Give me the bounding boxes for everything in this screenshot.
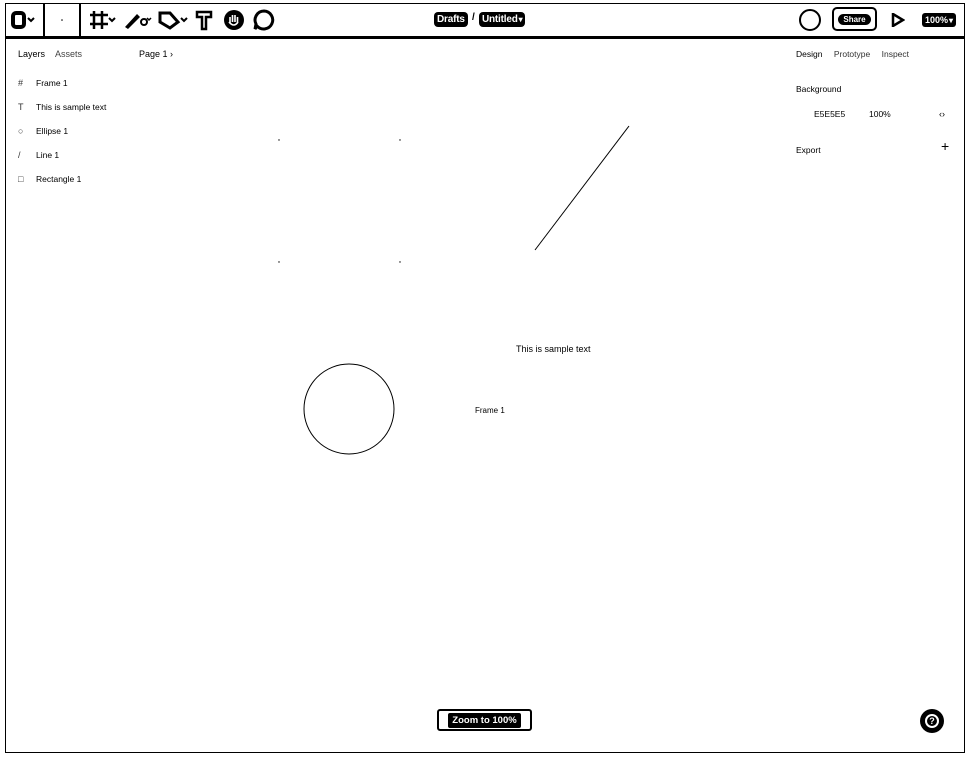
background-color-input[interactable]: E5E5E5 xyxy=(814,109,845,119)
visibility-eye-icon[interactable]: ‹› xyxy=(939,109,945,119)
hand-icon xyxy=(224,10,244,30)
layer-label: Ellipse 1 xyxy=(36,126,69,136)
tab-prototype[interactable]: Prototype xyxy=(834,49,870,59)
tab-inspect[interactable]: Inspect xyxy=(882,49,909,59)
share-button[interactable]: Share xyxy=(832,7,877,31)
grid-menu-icon xyxy=(11,11,35,29)
layer-label: Line 1 xyxy=(36,150,60,160)
move-tool-button[interactable] xyxy=(43,4,81,36)
ellipse-shape[interactable] xyxy=(303,363,395,455)
frame-label[interactable]: Frame 1 xyxy=(475,406,505,415)
page-selector[interactable]: Page 1 › xyxy=(139,49,173,59)
rectangle-shape[interactable] xyxy=(278,139,401,263)
export-section-title: Export xyxy=(796,145,821,155)
canvas-drawing xyxy=(278,125,630,455)
text-icon: T xyxy=(18,102,24,112)
layer-item-frame[interactable]: # Frame 1 xyxy=(18,76,68,90)
chevron-down-icon: › xyxy=(170,49,174,59)
tab-assets[interactable]: Assets xyxy=(55,49,82,59)
avatar[interactable] xyxy=(799,9,821,31)
cursor-icon xyxy=(61,19,63,21)
chevron-down-icon: ▾ xyxy=(949,16,954,25)
layer-item-text[interactable]: T This is sample text xyxy=(18,100,106,114)
frame-icon: # xyxy=(18,78,24,88)
layer-item-rectangle[interactable]: □ Rectangle 1 xyxy=(18,172,81,186)
main-menu-button[interactable] xyxy=(10,7,36,33)
breadcrumb-separator: / xyxy=(472,12,475,23)
frame-icon xyxy=(90,11,116,29)
layers-panel: Layers Assets Page 1 › # Frame 1 T This … xyxy=(6,39,261,752)
hand-tool-button[interactable] xyxy=(223,7,245,33)
breadcrumb-folder[interactable]: Drafts xyxy=(434,12,468,27)
ellipse-icon: ○ xyxy=(18,126,24,136)
zoom-to-100-button[interactable]: Zoom to 100% xyxy=(437,709,532,731)
layer-item-line[interactable]: / Line 1 xyxy=(18,148,59,162)
top-toolbar: Drafts / Untitled▾ Share 100%▾ xyxy=(6,4,964,39)
frame-tool-button[interactable] xyxy=(89,7,117,33)
line-shape[interactable] xyxy=(534,125,630,251)
text-tool-button[interactable] xyxy=(194,7,214,33)
chevron-down-icon: ▾ xyxy=(518,15,523,24)
comment-icon xyxy=(253,9,275,31)
rectangle-icon: □ xyxy=(18,174,24,184)
present-button[interactable] xyxy=(891,11,906,32)
layer-label: This is sample text xyxy=(36,102,107,112)
help-icon: ? xyxy=(925,714,939,728)
file-name-menu[interactable]: Untitled▾ xyxy=(479,12,526,27)
help-button[interactable]: ? xyxy=(920,709,944,733)
add-export-plus-icon[interactable]: + xyxy=(941,139,949,153)
pen-tool-button[interactable] xyxy=(123,7,153,33)
background-section-title: Background xyxy=(796,84,842,94)
properties-panel: Design Prototype Inspect Background E5E5… xyxy=(791,39,964,752)
tab-layers[interactable]: Layers xyxy=(18,49,45,59)
background-opacity-input[interactable]: 100% xyxy=(869,109,891,119)
zoom-menu[interactable]: 100%▾ xyxy=(922,13,957,27)
tab-design[interactable]: Design xyxy=(796,49,822,59)
shape-tool-button[interactable] xyxy=(158,7,188,33)
design-canvas[interactable]: This is sample text Frame 1 xyxy=(261,39,791,752)
play-icon xyxy=(891,11,906,29)
layer-label: Rectangle 1 xyxy=(36,174,82,184)
line-icon: / xyxy=(18,150,21,160)
left-panel-tabs: Layers Assets xyxy=(18,49,90,59)
comment-tool-button[interactable] xyxy=(253,7,275,33)
right-panel-tabs: Design Prototype Inspect xyxy=(796,49,918,59)
shape-icon xyxy=(158,11,188,30)
text-object[interactable]: This is sample text xyxy=(516,344,591,354)
pen-icon xyxy=(125,14,152,29)
layer-item-ellipse[interactable]: ○ Ellipse 1 xyxy=(18,124,68,138)
layer-label: Frame 1 xyxy=(36,78,68,88)
app-window: Drafts / Untitled▾ Share 100%▾ Layers As… xyxy=(5,3,965,753)
text-icon xyxy=(195,10,213,31)
